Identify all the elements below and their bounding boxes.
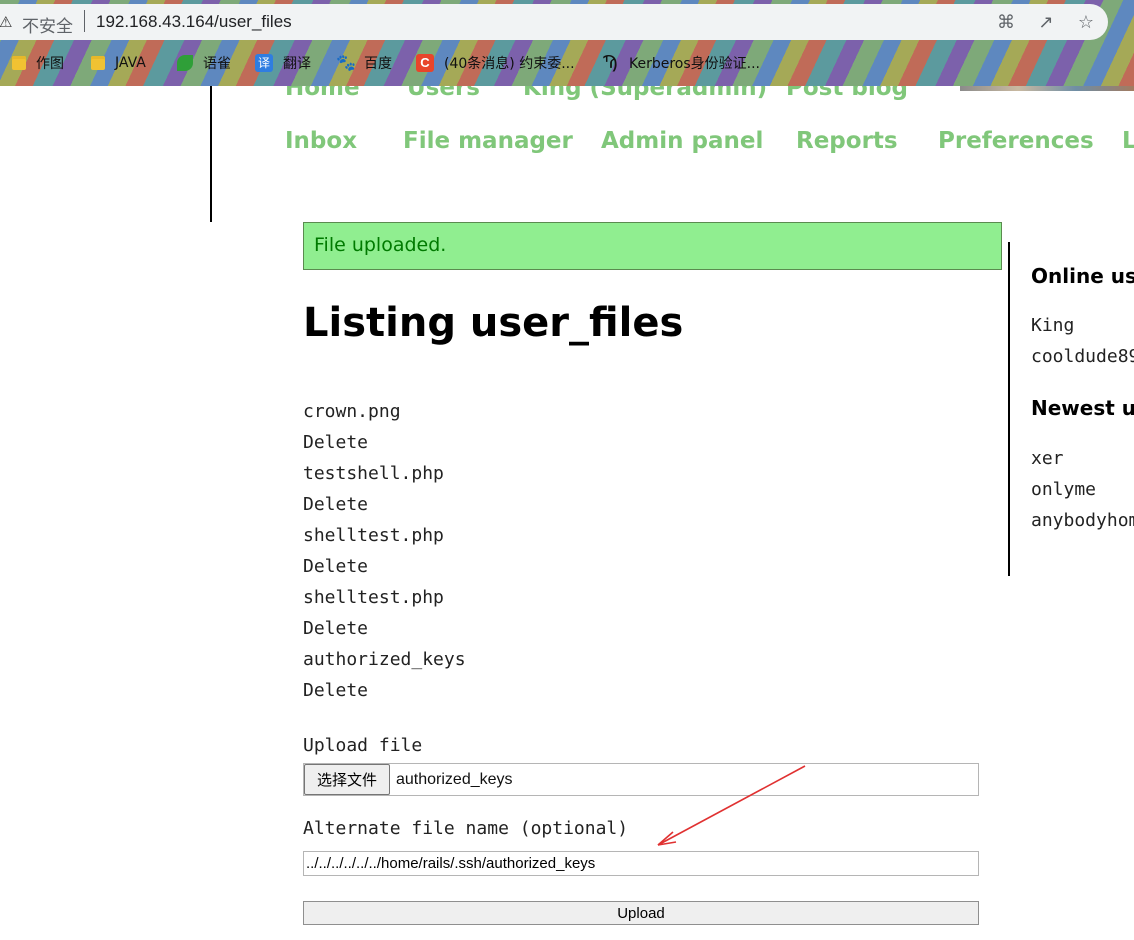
newest-user[interactable]: anybodyhome: [1031, 505, 1134, 536]
nav-inbox[interactable]: Inbox: [285, 128, 357, 154]
file-name: crown.png: [303, 401, 401, 422]
baidu-paw-icon: 🐾: [336, 53, 356, 72]
online-user[interactable]: cooldude89: [1031, 341, 1134, 372]
url-field[interactable]: 192.168.43.164/user_files: [96, 12, 292, 32]
bookmark-item[interactable]: Ϡ Kerberos身份验证...: [601, 51, 760, 75]
bookmarks-bar: 作图 JAVA 语雀 译 翻译 🐾 百度 C (40条消息) 约束委... Ϡ …: [0, 44, 1134, 82]
alternate-file-name-input[interactable]: [303, 851, 979, 876]
nav-reports[interactable]: Reports: [796, 128, 898, 154]
bookmark-label: Kerberos身份验证...: [629, 56, 761, 72]
nav-users[interactable]: Users: [407, 86, 480, 101]
bookmark-label: 语雀: [203, 56, 231, 72]
nav-preferences[interactable]: Preferences: [938, 128, 1094, 154]
folder-icon: [12, 56, 26, 70]
web-page: Home Users King (Superadmin) Post blog I…: [0, 86, 1134, 940]
newest-user[interactable]: onlyme: [1031, 474, 1134, 505]
nav-logout-partial[interactable]: L: [1122, 128, 1134, 154]
file-list: crown.png Delete testshell.php Delete sh…: [303, 396, 653, 706]
nav-home[interactable]: Home: [285, 86, 360, 101]
bookmark-item[interactable]: JAVA: [91, 51, 146, 75]
bookmark-item[interactable]: 作图: [12, 51, 64, 75]
delete-link[interactable]: Delete: [303, 680, 368, 701]
file-name: shelltest.php: [303, 525, 444, 546]
newest-users-list: xer onlyme anybodyhome: [1031, 443, 1134, 536]
choose-file-button[interactable]: 选择文件: [304, 764, 390, 795]
folder-icon: [91, 56, 105, 70]
translate-icon: 译: [255, 54, 273, 72]
nav-profile[interactable]: King (Superadmin): [523, 86, 767, 101]
newest-user[interactable]: xer: [1031, 443, 1134, 474]
upload-file-label: Upload file: [303, 735, 423, 756]
arrow-head: [657, 831, 677, 846]
right-divider: [1008, 242, 1010, 576]
delete-link[interactable]: Delete: [303, 494, 368, 515]
address-bar[interactable]: ⚠ 不安全 192.168.43.164/user_files ⌘ ↗ ☆: [0, 4, 1108, 40]
nav-post-blog[interactable]: Post blog: [786, 86, 908, 101]
bookmark-item[interactable]: 语雀: [177, 51, 231, 75]
bookmark-item[interactable]: 🐾 百度: [336, 51, 392, 75]
csdn-c-icon: C: [416, 54, 434, 72]
nav-admin-panel[interactable]: Admin panel: [601, 128, 763, 154]
upload-button[interactable]: Upload: [303, 901, 979, 925]
bookmark-label: 作图: [36, 56, 64, 72]
warning-icon: ⚠: [0, 13, 13, 31]
leaf-icon: [177, 55, 193, 71]
header-image-strip: [960, 86, 1134, 91]
file-name: authorized_keys: [303, 649, 466, 670]
file-name: shelltest.php: [303, 587, 444, 608]
translate-icon[interactable]: ⌘: [995, 12, 1017, 34]
bookmark-label: 百度: [364, 56, 392, 72]
delete-link[interactable]: Delete: [303, 618, 368, 639]
file-input[interactable]: 选择文件 authorized_keys: [303, 763, 979, 796]
arrow-line: [657, 765, 806, 846]
file-name: testshell.php: [303, 463, 444, 484]
bookmark-label: 翻译: [283, 56, 311, 72]
flash-message: File uploaded.: [303, 222, 1002, 270]
alternate-name-label: Alternate file name (optional): [303, 818, 629, 839]
share-icon[interactable]: ↗: [1035, 12, 1057, 34]
newest-users-heading: Newest us: [1031, 396, 1134, 420]
nav-file-manager[interactable]: File manager: [403, 128, 573, 154]
security-status[interactable]: 不安全: [22, 12, 73, 37]
chosen-file-name: authorized_keys: [396, 771, 513, 788]
address-separator: [84, 10, 85, 32]
bookmark-label: JAVA: [115, 55, 146, 71]
bookmark-label: (40条消息) 约束委...: [444, 56, 575, 72]
browser-chrome: ⚠ 不安全 192.168.43.164/user_files ⌘ ↗ ☆ 作图…: [0, 0, 1134, 86]
bookmark-item[interactable]: 译 翻译: [255, 51, 311, 75]
delete-link[interactable]: Delete: [303, 556, 368, 577]
left-divider: [210, 86, 212, 222]
page-title: Listing user_files: [303, 300, 684, 346]
delete-link[interactable]: Delete: [303, 432, 368, 453]
star-icon[interactable]: ☆: [1075, 12, 1097, 34]
online-user[interactable]: King: [1031, 310, 1134, 341]
online-users-heading: Online use: [1031, 264, 1134, 288]
bookmark-item[interactable]: C (40条消息) 约束委...: [416, 51, 575, 75]
annotation-arrow: [657, 765, 806, 846]
k-logo-icon: Ϡ: [602, 52, 618, 73]
online-users-list: King cooldude89: [1031, 310, 1134, 372]
